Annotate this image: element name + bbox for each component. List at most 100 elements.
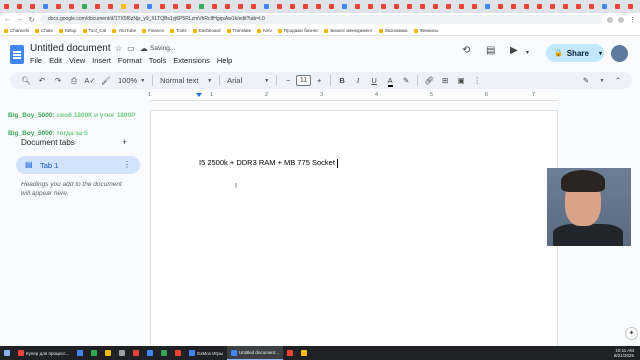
browser-tab-favicon[interactable] <box>524 4 529 9</box>
taskbar-app[interactable] <box>101 346 115 360</box>
bookmark-item[interactable]: Dashboard <box>192 28 221 33</box>
browser-tab-favicon[interactable] <box>43 4 48 9</box>
highlight-icon[interactable]: ✎ <box>398 76 414 85</box>
browser-tab-favicon[interactable] <box>550 4 555 9</box>
menu-item-edit[interactable]: Edit <box>49 56 62 65</box>
browser-tab-favicon[interactable] <box>147 4 152 9</box>
browser-tab-favicon[interactable] <box>251 4 256 9</box>
zoom-select[interactable]: 100% ▼ <box>114 76 149 85</box>
browser-tab-favicon[interactable] <box>30 4 35 9</box>
bookmark-item[interactable]: Бизнес менеджмент <box>324 28 373 33</box>
star-icon[interactable]: ☆ <box>115 44 122 53</box>
browser-tab-favicon[interactable] <box>303 4 308 9</box>
font-select[interactable]: Arial ▼ <box>223 76 273 85</box>
style-select[interactable]: Normal text ▼ <box>156 76 216 85</box>
browser-tab-favicon[interactable] <box>160 4 165 9</box>
browser-tab-favicon[interactable] <box>4 4 9 9</box>
more-options-icon[interactable]: ⋮ <box>469 76 485 85</box>
taskbar-app[interactable] <box>87 346 101 360</box>
browser-tab-favicon[interactable] <box>95 4 100 9</box>
menu-item-view[interactable]: View <box>69 56 85 65</box>
editing-mode-icon[interactable]: ✎ <box>578 76 594 85</box>
browser-tab-favicon[interactable] <box>368 4 373 9</box>
start-icon[interactable] <box>0 346 14 360</box>
browser-tab-favicon[interactable] <box>628 4 633 9</box>
browser-tab-favicon[interactable] <box>576 4 581 9</box>
explore-icon[interactable]: ✦ <box>625 327 638 340</box>
bookmark-item[interactable]: Chats <box>35 28 53 33</box>
taskbar-app[interactable] <box>115 346 129 360</box>
bold-icon[interactable]: B <box>334 76 350 85</box>
tab-options-icon[interactable]: ⋮ <box>123 160 131 169</box>
bookmark-item[interactable]: Setup <box>58 28 77 33</box>
url-input[interactable]: docs.google.com/document/d/1TX5f6zNjx_y9… <box>40 15 602 24</box>
insert-comment-icon[interactable]: ⊞ <box>437 76 453 85</box>
insert-image-icon[interactable]: ▣ <box>453 76 469 85</box>
bookmark-item[interactable]: Channels <box>4 28 29 33</box>
taskbar-app[interactable] <box>143 346 157 360</box>
browser-tab-favicon[interactable] <box>82 4 87 9</box>
share-dropdown-icon[interactable]: ▾ <box>599 50 602 57</box>
spellcheck-icon[interactable]: A✓ <box>82 76 98 85</box>
browser-tab-favicon[interactable] <box>225 4 230 9</box>
browser-tab-favicon[interactable] <box>342 4 347 9</box>
browser-tab-favicon[interactable] <box>134 4 139 9</box>
browser-tab-favicon[interactable] <box>277 4 282 9</box>
document-page[interactable]: I5 2500k + DDR3 RAM + MB 775 Socket I <box>150 110 558 360</box>
bookmark-item[interactable]: Finance <box>142 28 164 33</box>
collapse-menus-icon[interactable]: ⌃ <box>610 76 626 85</box>
browser-tab-favicon[interactable] <box>238 4 243 9</box>
browser-tab-favicon[interactable] <box>212 4 217 9</box>
browser-tab-favicon[interactable] <box>108 4 113 9</box>
indent-marker-icon[interactable] <box>196 93 202 97</box>
document-body-text[interactable]: I5 2500k + DDR3 RAM + MB 775 Socket <box>199 158 338 168</box>
menu-item-tools[interactable]: Tools <box>149 56 167 65</box>
document-title[interactable]: Untitled document <box>30 43 111 54</box>
browser-tab-favicon[interactable] <box>446 4 451 9</box>
extension-icon[interactable] <box>607 16 613 23</box>
decrease-font-size-icon[interactable]: − <box>280 76 296 85</box>
browser-tab-favicon[interactable] <box>316 4 321 9</box>
bookmark-item[interactable]: Translate <box>226 28 251 33</box>
browser-tab-favicon[interactable] <box>433 4 438 9</box>
underline-icon[interactable]: U <box>366 76 382 85</box>
menu-item-file[interactable]: File <box>30 56 42 65</box>
font-size-input[interactable]: 11 <box>296 75 312 86</box>
taskbar-app[interactable]: Купер для процесс... <box>14 346 73 360</box>
bookmark-item[interactable]: Продажи бизнес <box>277 28 318 33</box>
horizontal-ruler[interactable]: 1 1 2 3 4 5 6 7 <box>148 92 558 101</box>
browser-tab-favicon[interactable] <box>199 4 204 9</box>
system-clock[interactable]: 10:11 AM 8/21/2025 <box>614 348 640 358</box>
sidebar-item-tab-1[interactable]: ▤ Tab 1 ⋮ <box>16 156 140 174</box>
browser-tab-favicon[interactable] <box>264 4 269 9</box>
browser-tab-favicon[interactable] <box>511 4 516 9</box>
taskbar-app[interactable] <box>283 346 297 360</box>
increase-font-size-icon[interactable]: + <box>311 76 327 85</box>
browser-tab-favicon[interactable] <box>602 4 607 9</box>
browser-tab-favicon[interactable] <box>329 4 334 9</box>
reload-icon[interactable]: ↻ <box>28 16 35 24</box>
profile-icon[interactable] <box>618 16 624 23</box>
browser-tab-favicon[interactable] <box>186 4 191 9</box>
bookmark-item[interactable]: Kiev <box>257 28 272 33</box>
bookmark-item[interactable]: Финансы <box>413 28 438 33</box>
browser-tab-favicon[interactable] <box>563 4 568 9</box>
comments-icon[interactable]: ▤ <box>486 45 495 56</box>
docs-logo-icon[interactable] <box>10 45 24 64</box>
browser-tab-favicon[interactable] <box>485 4 490 9</box>
text-color-icon[interactable]: A <box>382 76 398 87</box>
browser-tab-favicon[interactable] <box>290 4 295 9</box>
taskbar-app[interactable]: ExMox Игры <box>185 346 227 360</box>
search-icon[interactable]: 🔍︎ <box>18 76 34 85</box>
italic-icon[interactable]: I <box>350 76 366 85</box>
browser-tab-favicon[interactable] <box>589 4 594 9</box>
menu-item-format[interactable]: Format <box>118 56 142 65</box>
redo-icon[interactable]: ↷ <box>50 76 66 85</box>
browser-tab-favicon[interactable] <box>472 4 477 9</box>
editing-mode-dropdown-icon[interactable]: ▼ <box>594 78 610 84</box>
bookmark-item[interactable]: YouTube <box>112 28 136 33</box>
browser-tab-favicon[interactable] <box>121 4 126 9</box>
bookmark-item[interactable]: Экономика <box>378 28 408 33</box>
browser-tab-favicon[interactable] <box>69 4 74 9</box>
browser-tab-favicon[interactable] <box>355 4 360 9</box>
